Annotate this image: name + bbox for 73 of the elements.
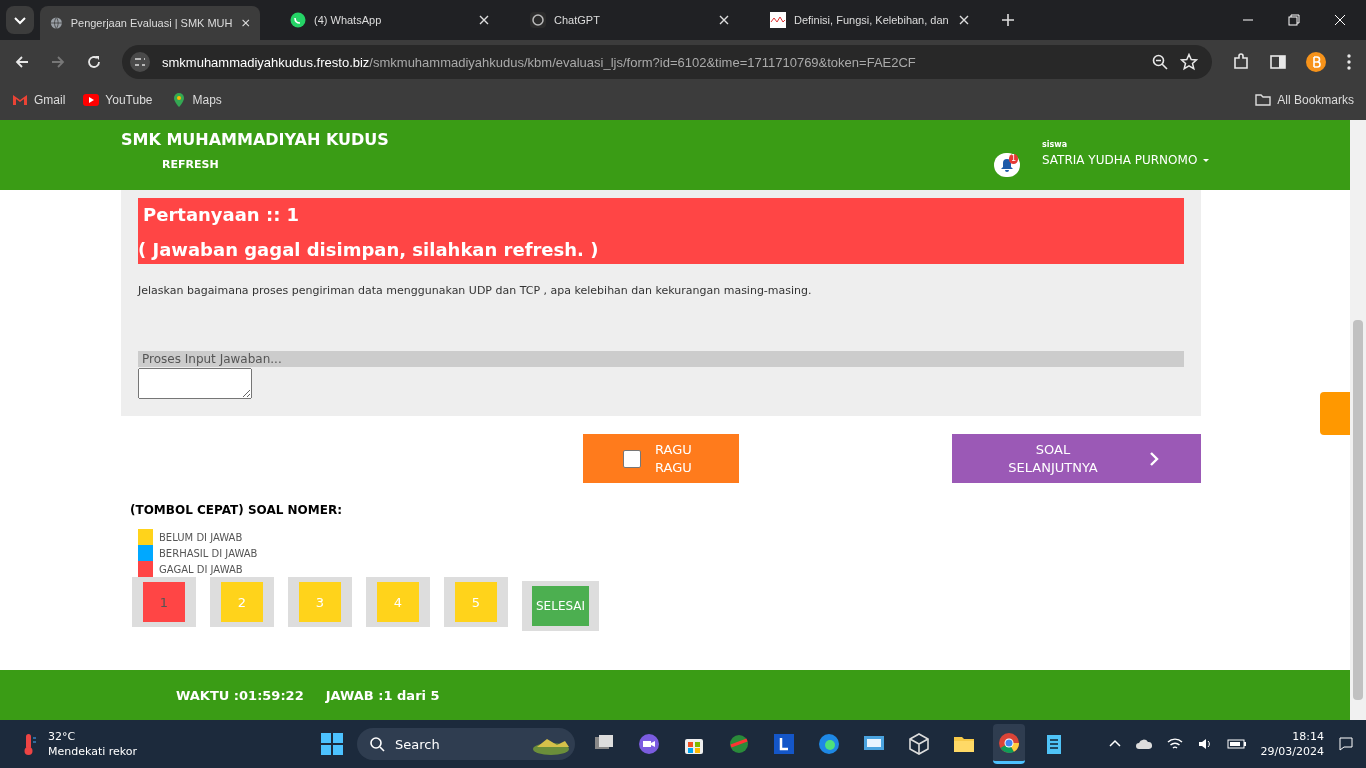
weather-text: Mendekati rekor [48,744,138,759]
reload-icon[interactable] [86,54,102,70]
notification-icon[interactable] [1338,736,1354,752]
taskbar-search[interactable]: Search [357,728,575,760]
bookmark-link[interactable]: Maps [170,92,222,108]
school-name: SMK MUHAMMADIYAH KUDUS [121,130,390,149]
close-icon[interactable] [958,14,970,26]
chat-icon [290,12,306,28]
url-text: smkmuhammadiyahkudus.fresto.biz/smkmuhammadiyahkudus/kbm/evaluasi_ljs/form?id=6102&time=1711710769&token=FAE2CF [162,54,917,70]
refresh-link[interactable]: REFRESH [162,158,219,171]
browser-tab[interactable]: Definisi, Fungsi, Kelebihan, dan [760,0,980,40]
restore-icon[interactable] [1288,14,1300,26]
chevron-right-icon [1149,451,1159,466]
search-icon [369,736,385,752]
browser-swirl-icon[interactable] [817,732,841,756]
logo-icon [530,12,546,28]
letter-tile-icon[interactable] [772,732,796,756]
doubt-checkbox[interactable] [623,449,641,468]
side-panel-icon[interactable] [1270,54,1286,70]
close-icon[interactable] [240,17,250,29]
folder-icon [1255,92,1272,108]
mail-icon [12,92,28,108]
back-icon[interactable] [14,54,30,70]
page-icon [770,12,786,28]
speaker-icon[interactable] [1196,737,1213,751]
answered-count: JAWAB :1 dari 5 [325,687,440,703]
all-bookmarks-button[interactable]: All Bookmarks [1255,92,1354,108]
user-role: siswa [1042,140,1069,149]
notification-badge: 1 [1008,154,1018,164]
close-icon[interactable] [478,14,490,26]
browser-tab[interactable]: (4) WhatsApp [280,0,500,40]
answer-field[interactable] [138,368,252,399]
globe-icon [50,15,63,31]
error-message: ( Jawaban gagal disimpan, silahkan refresh. ) [138,239,600,260]
question-text: Jelaskan bagaimana proses pengiriman data menggunakan UDP dan TCP , apa kelebihan dan kekurangan masing-masing. [138,284,813,297]
legend-label: GAGAL DI JAWAB [159,563,243,575]
camera-icon[interactable] [637,732,661,756]
legend-label: BELUM DI JAWAB [159,531,243,543]
bell-icon [1000,158,1014,172]
close-icon[interactable] [718,14,730,26]
new-tab-icon[interactable] [1000,12,1016,28]
browser-tab[interactable]: Pengerjaan Evaluasi | SMK MUH [40,6,260,40]
user-menu[interactable]: SATRIA YUDHA PURNOMO [1042,153,1350,167]
bookmark-link[interactable]: YouTube [83,92,153,108]
quick-nav-title: (TOMBOL CEPAT) SOAL NOMER: [130,503,343,517]
wifi-icon[interactable] [1166,737,1183,751]
notification-button[interactable]: 1 [994,153,1020,177]
coin-icon[interactable] [1306,52,1326,72]
legend-label: BERHASIL DI JAWAB [159,547,258,559]
battery-icon[interactable] [1226,738,1247,750]
forward-icon[interactable] [50,54,66,70]
play-icon [83,92,100,108]
address-field[interactable]: smkmuhammadiyahkudus.fresto.biz/smkmuhammadiyahkudus/kbm/evaluasi_ljs/form?id=6102&time=1711710769&token=FAE2CF [122,45,1212,79]
input-status-bar: Proses Input Jawaban... [138,351,1184,367]
question-title: Pertanyaan :: 1 [142,204,301,225]
tab-list-icon[interactable] [6,6,34,34]
scrollbar-thumb[interactable] [1353,320,1363,700]
extensions-icon[interactable] [1232,53,1250,71]
bookmark-link[interactable]: Gmail [12,92,66,108]
cube-icon[interactable] [907,732,931,756]
zoom-icon[interactable] [1152,54,1168,70]
chrome-icon[interactable] [997,730,1021,755]
clock[interactable]: 18:14 29/03/2024 [1260,729,1324,759]
scrollbar[interactable] [1350,120,1366,720]
timer-text: WAKTU :01:59:22 [176,687,304,703]
next-question-button[interactable]: SOAL SELANJUTNYA [952,434,1201,483]
star-icon[interactable] [1180,53,1198,71]
site-info-icon[interactable] [130,52,150,72]
browser-tab[interactable]: ChatGPT [520,0,740,40]
more-icon[interactable] [1346,53,1352,71]
temperature-text: 32°C [48,729,77,744]
cloud-icon[interactable] [1134,738,1153,750]
start-icon[interactable] [320,732,344,756]
